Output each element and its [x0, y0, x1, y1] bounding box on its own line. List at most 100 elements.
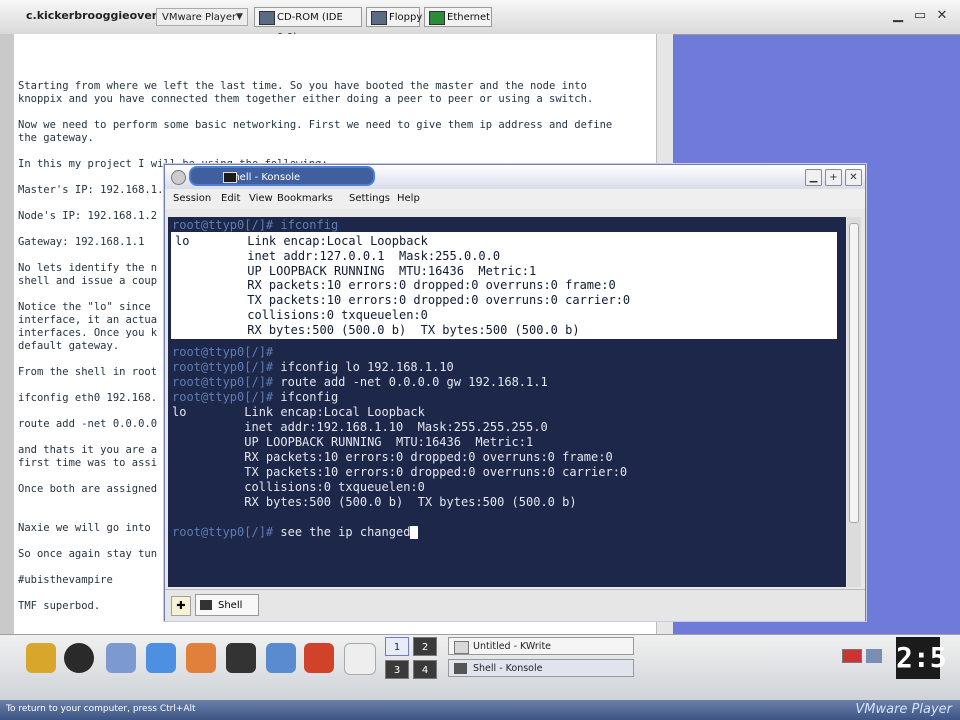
terminal-text: ifconfig lo 192.168.1.10: [273, 360, 454, 374]
terminal-line: RX packets:10 errors:0 dropped:0 overrun…: [172, 450, 612, 464]
terminal-prompt: root@ttyp0[/]#: [172, 375, 274, 389]
terminal-prompt: root@ttyp0[/]#: [172, 390, 274, 404]
shell-tab-icon: [200, 600, 212, 610]
volume-icon[interactable]: [866, 649, 882, 663]
kde-menu-icon[interactable]: [26, 643, 56, 673]
konsole-icon: [454, 663, 467, 674]
document-line: Naxie we will go into: [18, 522, 151, 534]
document-line: TMF superbod.: [18, 600, 101, 612]
document-line: interface, it an actua: [18, 314, 158, 326]
selected-output-line: collisions:0 txqueuelen:0: [175, 308, 428, 322]
konsole-titlebar[interactable]: Shell - Konsole ▁ + ✕: [165, 165, 865, 189]
document-line: Node's IP: 192.168.1.2: [18, 210, 158, 222]
document-line: shell and issue a coup: [18, 275, 158, 287]
floppy-device-label: Floppy: [389, 12, 423, 23]
office-icon[interactable]: [304, 643, 334, 673]
terminal-selection: lo Link encap:Local Loopback inet addr:1…: [171, 232, 837, 339]
selected-output-line: RX bytes:500 (500.0 b) TX bytes:500 (500…: [175, 322, 580, 337]
vmware-menu-chevron-icon[interactable]: ▼: [236, 12, 243, 22]
tab-shell[interactable]: Shell: [195, 594, 259, 616]
terminal-line: lo Link encap:Local Loopback: [172, 405, 425, 419]
konsole-launcher-icon[interactable]: [226, 643, 256, 673]
terminal-line: root@ttyp0[/]# ifconfig lo 192.168.1.10: [172, 360, 454, 374]
task-konsole-label: Shell - Konsole: [473, 663, 543, 674]
terminal-line: inet addr:192.168.1.10 Mask:255.255.255.…: [172, 420, 547, 434]
cdrom-icon: [259, 11, 275, 25]
terminal-line: TX packets:10 errors:0 dropped:0 overrun…: [172, 465, 627, 479]
terminal-line: RX bytes:500 (500.0 b) TX bytes:500 (500…: [172, 495, 576, 509]
maximize-icon[interactable]: ▭: [912, 8, 928, 24]
document-line: route add -net 0.0.0.0: [18, 418, 158, 430]
keyboard-layout-icon[interactable]: [842, 649, 862, 663]
document-line: So once again stay tun: [18, 548, 158, 560]
home-folder-icon[interactable]: [186, 643, 216, 673]
menu-settings[interactable]: Settings: [349, 189, 390, 209]
network-icon[interactable]: [146, 643, 176, 673]
terminal-launcher-icon[interactable]: [106, 643, 136, 673]
document-line: No lets identify the n: [18, 262, 158, 274]
pager-desktop-2[interactable]: 2: [413, 637, 437, 656]
taskbar-clock[interactable]: 2:5: [896, 637, 947, 679]
konsole-minimize-icon[interactable]: ▁: [805, 169, 822, 186]
menu-session[interactable]: Session: [173, 189, 211, 209]
vmware-player-menu[interactable]: VMware Player: [156, 8, 248, 26]
floppy-icon: [371, 11, 387, 25]
menu-help[interactable]: Help: [397, 189, 420, 209]
document-line: first time was to assi: [18, 457, 158, 469]
terminal-line: collisions:0 txqueuelen:0: [172, 480, 425, 494]
terminal-text: lo Link encap:Local Loopback: [172, 405, 425, 419]
window-menu-icon[interactable]: [171, 170, 186, 185]
terminal-scrollbar-thumb[interactable]: [849, 223, 859, 523]
system-tray: [838, 645, 898, 671]
ethernet-device-label: Ethernet: [447, 12, 491, 23]
terminal-text: see the ip changed: [273, 525, 411, 539]
document-line: Now we need to perform some basic networ…: [18, 119, 613, 131]
pager-desktop-4[interactable]: 4: [413, 660, 437, 679]
document-line: Starting from where we left the last tim…: [18, 80, 587, 92]
document-line: the gateway.: [18, 132, 94, 144]
konsole-close-icon[interactable]: ✕: [845, 169, 862, 186]
task-kwrite-label: Untitled - KWrite: [473, 641, 552, 652]
konsole-tabbar: ✚ Shell: [165, 589, 865, 621]
close-icon[interactable]: ✕: [934, 8, 950, 24]
kde-taskbar: 1 2 3 4 Untitled - KWrite Shell - Konsol…: [0, 634, 960, 701]
task-konsole[interactable]: Shell - Konsole: [448, 659, 634, 677]
document-line: #ubisthevampire: [18, 574, 113, 586]
pager-desktop-3[interactable]: 3: [385, 660, 409, 679]
terminal-line: root@ttyp0[/]# see the ip changed: [172, 525, 419, 539]
vmware-window-buttons: ▁ ▭ ✕: [890, 6, 954, 28]
new-tab-icon[interactable]: ✚: [171, 596, 191, 616]
task-kwrite[interactable]: Untitled - KWrite: [448, 637, 634, 655]
document-line: From the shell in root: [18, 366, 158, 378]
selected-output-line: lo Link encap:Local Loopback: [175, 234, 428, 248]
terminal-line: root@ttyp0[/]# ifconfig: [172, 390, 338, 404]
tux-icon[interactable]: [64, 643, 94, 673]
floppy-device-button[interactable]: Floppy: [366, 7, 423, 27]
terminal-line: root@ttyp0[/]#: [172, 345, 273, 359]
terminal-line: UP LOOPBACK RUNNING MTU:16436 Metric:1: [172, 435, 533, 449]
terminal-area[interactable]: root@ttyp0[/]# ifconfig lo Link encap:Lo…: [168, 217, 846, 587]
desktop-left-edge: [0, 34, 14, 634]
terminal-cursor: [410, 526, 419, 539]
document-line: default gateway.: [18, 340, 120, 352]
konsole-window: Shell - Konsole ▁ + ✕ Session Edit View Boo…: [164, 164, 866, 621]
document-line: and thats it you are a: [18, 444, 158, 456]
document-line: interfaces. Once you k: [18, 327, 158, 339]
menu-edit[interactable]: Edit: [221, 189, 240, 209]
display-settings-icon[interactable]: [266, 643, 296, 673]
text-editor-icon[interactable]: [344, 643, 376, 675]
ethernet-device-button[interactable]: Ethernet: [424, 7, 492, 27]
selected-output-line: RX packets:10 errors:0 dropped:0 overrun…: [175, 278, 616, 293]
menu-view[interactable]: View: [249, 189, 273, 209]
menu-bookmarks[interactable]: Bookmarks: [277, 189, 333, 209]
kwrite-icon: [454, 641, 469, 654]
konsole-maximize-icon[interactable]: +: [825, 169, 842, 186]
terminal-text: TX packets:10 errors:0 dropped:0 overrun…: [172, 465, 628, 479]
konsole-title: Shell - Konsole: [189, 166, 375, 186]
cdrom-device-button[interactable]: CD-ROM (IDE 0:0): [254, 7, 362, 43]
document-line: knoppix and you have connected them toge…: [18, 93, 594, 105]
terminal-text: route add -net 0.0.0.0 gw 192.168.1.1: [273, 375, 548, 389]
pager-desktop-1[interactable]: 1: [385, 637, 409, 656]
minimize-icon[interactable]: ▁: [890, 8, 906, 24]
document-line: Once both are assigned: [18, 483, 158, 495]
